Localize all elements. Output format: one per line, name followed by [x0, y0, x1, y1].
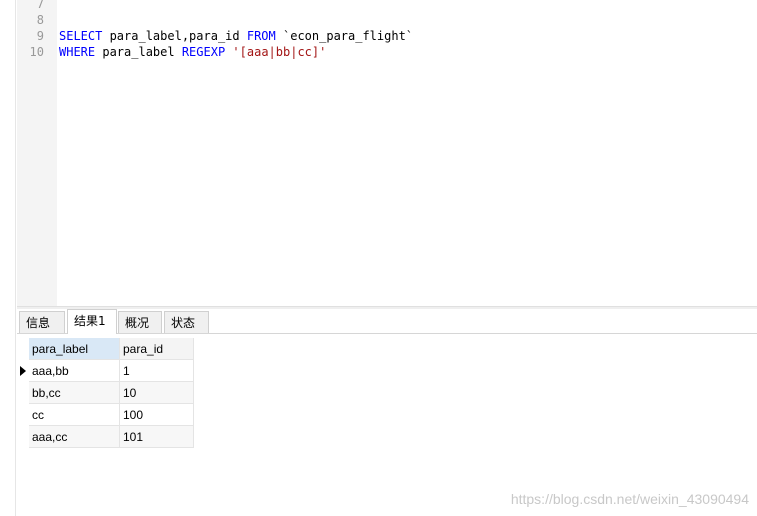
result-tabbar: 信息 结果1 概况 状态: [17, 309, 757, 334]
watermark-text: https://blog.csdn.net/weixin_43090494: [510, 491, 749, 507]
line-number: 9: [36, 29, 44, 43]
sql-text: para_label,para_id: [102, 29, 247, 43]
table-row[interactable]: aaa,cc 101: [17, 426, 194, 448]
table-row[interactable]: aaa,bb 1: [17, 360, 194, 382]
line-number: 7: [36, 0, 44, 11]
column-header-para-id[interactable]: para_id: [120, 338, 194, 360]
table-cell[interactable]: aaa,cc: [29, 426, 120, 448]
code-line-10[interactable]: WHERE para_label REGEXP '[aaa|bb|cc]': [59, 44, 326, 60]
table-cell[interactable]: 101: [120, 426, 194, 448]
table-row[interactable]: cc 100: [17, 404, 194, 426]
table-row[interactable]: bb,cc 10: [17, 382, 194, 404]
table-cell[interactable]: aaa,bb: [29, 360, 120, 382]
sql-string: '[aaa|bb|cc]': [232, 45, 327, 59]
line-number-gutter: 7 8 9 10: [17, 0, 57, 306]
sql-editor[interactable]: 7 8 9 10 SELECT para_label,para_id FROM …: [17, 0, 757, 306]
table-cell[interactable]: 1: [120, 360, 194, 382]
column-header-para-label[interactable]: para_label: [29, 338, 120, 360]
table-cell[interactable]: bb,cc: [29, 382, 120, 404]
tab-result1[interactable]: 结果1: [67, 309, 117, 334]
tab-info[interactable]: 信息: [19, 311, 65, 333]
table-header-row: para_label para_id: [17, 338, 194, 360]
left-panel-strip: [0, 0, 16, 516]
sql-keyword: FROM: [246, 29, 276, 43]
sql-keyword: WHERE: [59, 45, 96, 59]
result-grid-panel: para_label para_id aaa,bb 1 bb,cc 10 cc …: [17, 334, 757, 516]
table-cell[interactable]: cc: [29, 404, 120, 426]
table-cell[interactable]: 10: [120, 382, 194, 404]
code-line-9[interactable]: SELECT para_label,para_id FROM `econ_par…: [59, 28, 413, 44]
line-number: 10: [29, 45, 44, 59]
sql-keyword: SELECT: [59, 29, 103, 43]
current-row-marker-icon: [20, 366, 26, 376]
line-number: 8: [36, 13, 44, 27]
table-cell[interactable]: 100: [120, 404, 194, 426]
sql-text: `econ_para_flight`: [275, 29, 414, 43]
tab-profile[interactable]: 概况: [118, 311, 162, 333]
sql-text: para_label: [95, 45, 182, 59]
sql-keyword: REGEXP: [181, 45, 226, 59]
tab-status[interactable]: 状态: [164, 311, 209, 333]
